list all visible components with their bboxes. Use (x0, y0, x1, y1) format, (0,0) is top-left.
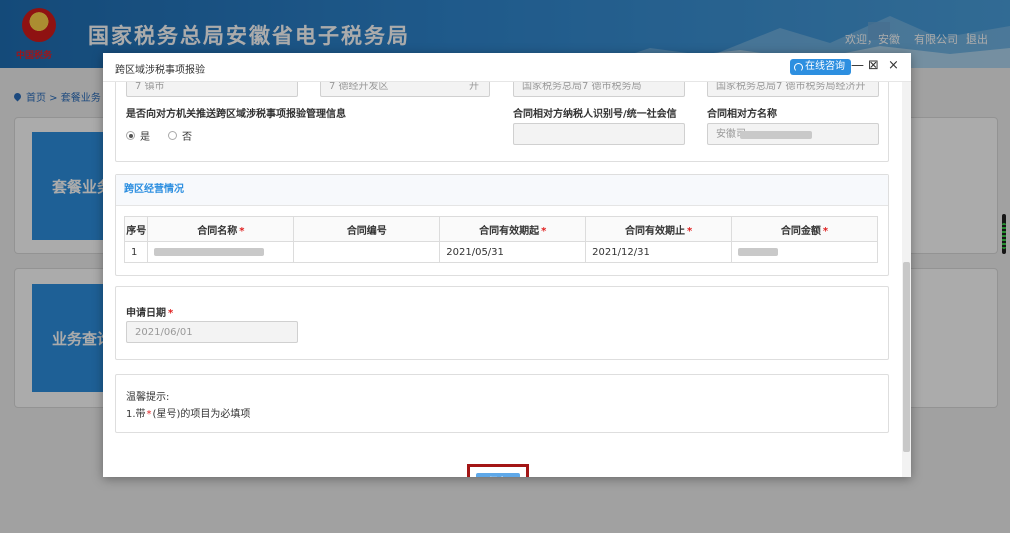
col-header-code: 合同编号 (293, 216, 441, 242)
counterparty-id-field[interactable] (513, 123, 685, 145)
save-button[interactable]: 保存 (476, 473, 520, 477)
online-help-label: 在线咨询 (805, 61, 845, 72)
apply-date-section: 申请日期 * 2021/06/01 (115, 286, 889, 360)
table-row[interactable]: 1 2021/05/31 2021/12/31 (123, 241, 878, 263)
col-header-end: 合同有效期止 * (585, 216, 733, 242)
table-header-row: 序号 合同名称 * 合同编号 合同有效期起 * 合同有效期止 * 合同金额 * (123, 216, 878, 242)
top-field-2-text: 7 德经开发区 (329, 82, 389, 92)
radio-no-dot[interactable] (168, 131, 177, 140)
col-header-end-text: 合同有效期止 (625, 225, 685, 237)
counterparty-id-label: 合同相对方纳税人识别号/统一社会信 (513, 109, 677, 120)
radio-no-label: 否 (182, 132, 192, 143)
counterparty-name-label: 合同相对方名称 (707, 109, 777, 120)
apply-date-label: 申请日期 * (126, 304, 173, 319)
apply-date-label-text: 申请日期 (126, 308, 166, 319)
top-field-3[interactable]: 国家税务总局7 德市税务局 (513, 82, 685, 97)
cell-no: 1 (123, 241, 149, 263)
required-star: * (687, 225, 693, 237)
apply-date-field[interactable]: 2021/06/01 (126, 321, 298, 343)
top-field-2-suffix: 开 (469, 82, 479, 92)
top-field-1[interactable]: 7 镇市 (126, 82, 298, 97)
headset-icon (794, 62, 803, 72)
col-header-amount-text: 合同金额 (780, 225, 821, 237)
top-field-2[interactable]: 7 德经开发区 开 (320, 82, 490, 97)
push-info-label: 是否向对方机关推送跨区域涉税事项报验管理信息 (126, 109, 346, 120)
required-star: * (239, 225, 245, 237)
col-header-name-text: 合同名称 (197, 225, 238, 237)
col-header-name: 合同名称 * (147, 216, 295, 242)
cell-end[interactable]: 2021/12/31 (585, 241, 733, 263)
tips-prefix: 1.带 (126, 409, 146, 420)
col-header-start-text: 合同有效期起 (479, 225, 540, 237)
redacted-block (740, 131, 812, 139)
cell-name[interactable] (147, 241, 295, 263)
col-header-start: 合同有效期起 * (439, 216, 587, 242)
online-help-button[interactable]: 在线咨询 (790, 59, 851, 75)
modal-body: 7 镇市 7 德经开发区 开 国家税务总局7 德市税务局 国家税务总局7 德市税务… (103, 82, 911, 477)
redacted-block (738, 247, 779, 256)
modal-header: 跨区域涉税事项报验 在线咨询 — ⊠ × (103, 53, 911, 82)
close-icon[interactable]: × (888, 58, 899, 74)
col-header-amount: 合同金额 * (731, 216, 878, 242)
minimize-icon[interactable]: — (851, 58, 864, 74)
tips-section: 温馨提示: 1.带*(星号)的项目为必填项 (115, 374, 889, 433)
maximize-icon[interactable]: ⊠ (868, 58, 879, 74)
tips-suffix: (星号)的项目为必填项 (152, 409, 251, 420)
operations-section-title: 跨区经营情况 (116, 175, 888, 206)
cell-code[interactable] (293, 241, 441, 263)
redacted-block (154, 247, 265, 256)
tips-line: 1.带*(星号)的项目为必填项 (126, 405, 250, 420)
counterparty-name-field[interactable]: 安徽司 (707, 123, 879, 145)
radio-yes-label: 是 (140, 132, 150, 143)
cell-amount[interactable] (731, 241, 878, 263)
col-header-no: 序号 (123, 216, 149, 242)
radio-no[interactable]: 否 (168, 128, 192, 143)
report-modal: 跨区域涉税事项报验 在线咨询 — ⊠ × 7 镇市 7 德经开发区 开 国家税务总… (103, 53, 911, 477)
required-star: * (541, 225, 547, 237)
tips-star: * (146, 409, 152, 420)
tips-title: 温馨提示: (126, 392, 170, 403)
modal-title: 跨区域涉税事项报验 (115, 65, 205, 76)
cell-start[interactable]: 2021/05/31 (439, 241, 587, 263)
operations-table: 序号 合同名称 * 合同编号 合同有效期起 * 合同有效期止 * 合同金额 * 1 20… (123, 216, 878, 263)
modal-scrollbar-thumb[interactable] (903, 262, 910, 452)
counterparty-section: 7 镇市 7 德经开发区 开 国家税务总局7 德市税务局 国家税务总局7 德市税务… (115, 82, 889, 162)
top-field-4[interactable]: 国家税务总局7 德市税务局经济开 (707, 82, 879, 97)
radio-yes-dot[interactable] (126, 131, 135, 140)
required-star: * (168, 308, 174, 319)
required-star: * (822, 225, 829, 237)
radio-yes[interactable]: 是 (126, 128, 150, 143)
operations-section: 跨区经营情况 序号 合同名称 * 合同编号 合同有效期起 * 合同有效期止 * 合同金… (115, 174, 889, 276)
